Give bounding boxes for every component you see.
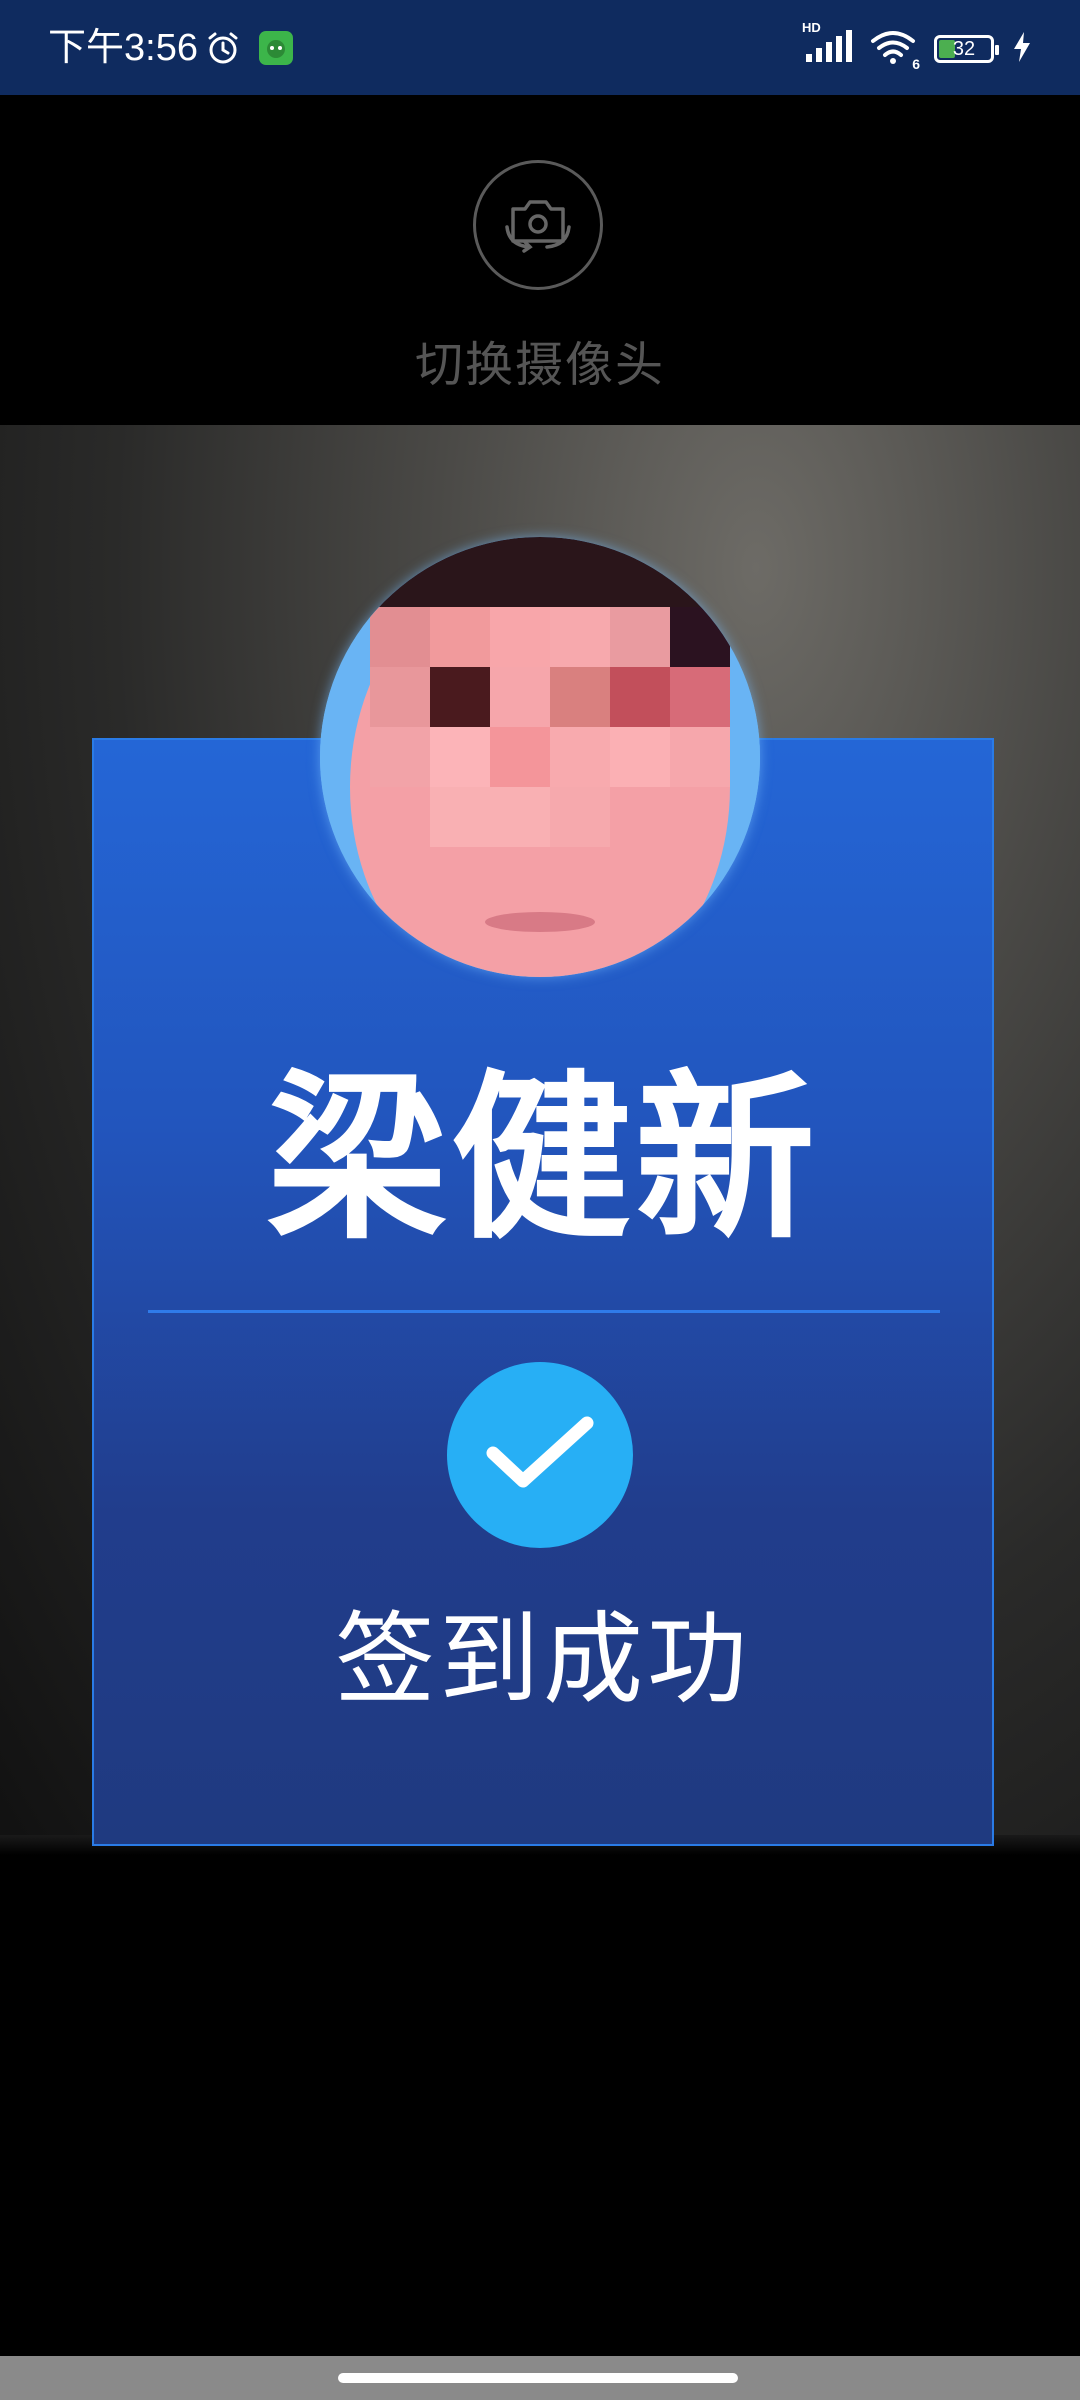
battery-icon: 32 (934, 35, 999, 63)
checkin-status-text: 签到成功 (335, 1601, 751, 1718)
battery-level: 32 (952, 38, 976, 60)
wifi-icon: 6 (870, 30, 920, 72)
face-avatar (320, 537, 760, 977)
pixelated-face-image (320, 537, 760, 977)
status-time: 下午3:56 (48, 27, 198, 69)
success-badge (447, 1362, 633, 1548)
camera-switch-icon (503, 193, 573, 257)
switch-camera-label[interactable]: 切换摄像头 (0, 325, 1080, 395)
wifi-generation-label: 6 (912, 56, 920, 72)
person-name: 梁健新 (266, 1055, 819, 1264)
card-divider (148, 1310, 940, 1313)
checkmark-icon (485, 1413, 595, 1497)
switch-camera-button[interactable] (473, 160, 603, 290)
status-bar: 下午3:56 HD 6 32 (0, 0, 1080, 95)
navigation-bar (0, 2356, 1080, 2400)
signal-icon: HD (802, 20, 852, 68)
home-indicator[interactable] (338, 2373, 738, 2383)
network-type-label: HD (802, 20, 821, 35)
alarm-icon (205, 30, 241, 70)
app-notification-icon (259, 31, 293, 69)
camera-header: 切换摄像头 (0, 95, 1080, 425)
charging-icon (1012, 32, 1032, 66)
